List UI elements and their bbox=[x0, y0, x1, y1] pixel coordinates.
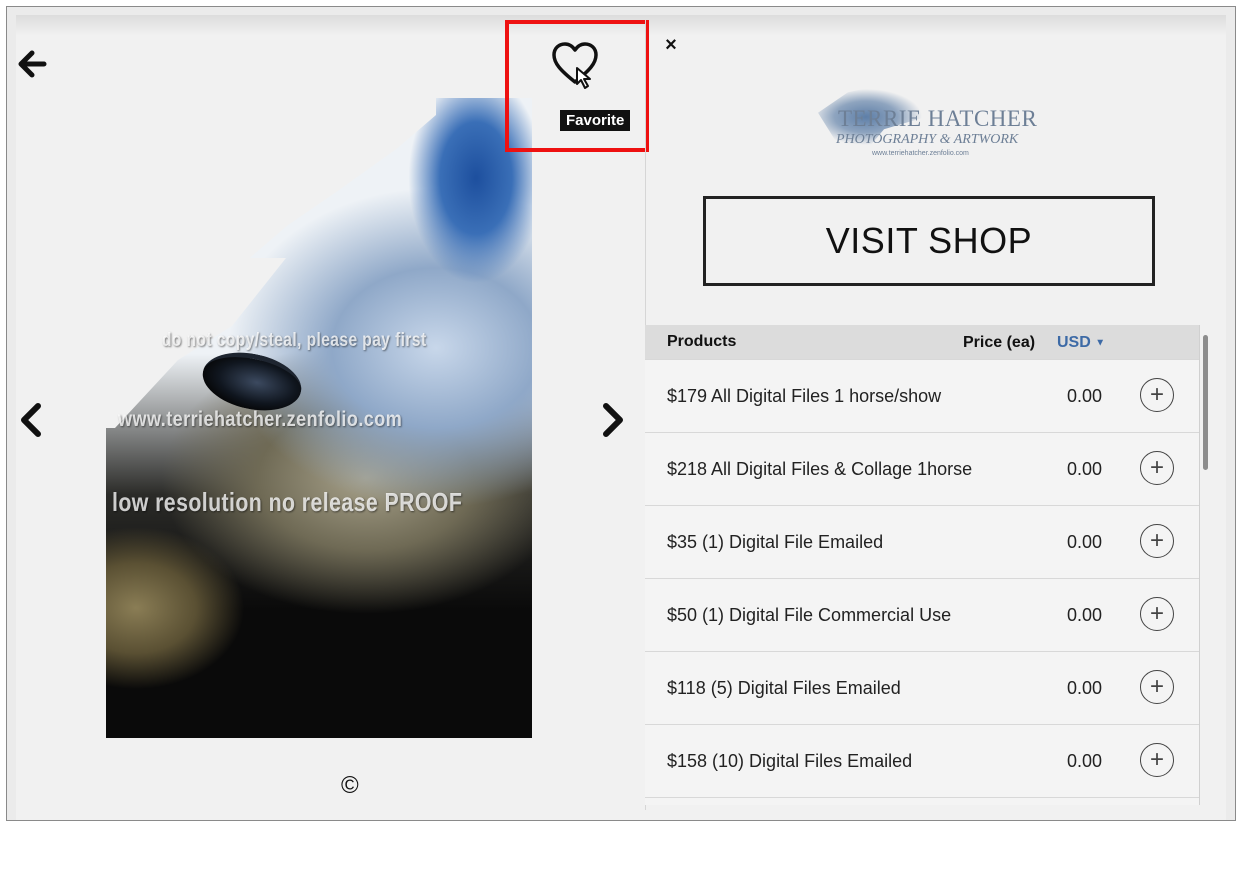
logo-title: TERRIE HATCHER bbox=[838, 106, 1038, 131]
add-to-cart-plus-icon[interactable]: + bbox=[1140, 597, 1174, 631]
products-scrollbar[interactable] bbox=[1203, 335, 1208, 470]
product-name: $50 (1) Digital File Commercial Use bbox=[667, 605, 952, 625]
next-photo-chevron-icon[interactable] bbox=[596, 398, 630, 442]
watermark-line: low resolution no release PROOF bbox=[112, 487, 463, 517]
product-row: $158 (10) Digital Files Emailed 0.00 + bbox=[645, 724, 1200, 797]
add-to-cart-plus-icon[interactable]: + bbox=[1140, 378, 1174, 412]
logo-subtitle: PHOTOGRAPHY & ARTWORK bbox=[836, 132, 1019, 147]
products-column-header: Products bbox=[667, 333, 737, 350]
product-row: $50 (1) Digital File Commercial Use 0.00… bbox=[645, 578, 1200, 651]
copyright-icon[interactable]: © bbox=[341, 772, 359, 800]
product-row: $35 (1) Digital File Emailed 0.00 + bbox=[645, 505, 1200, 578]
add-to-cart-plus-icon[interactable]: + bbox=[1140, 743, 1174, 777]
add-to-cart-plus-icon[interactable]: + bbox=[1140, 524, 1174, 558]
product-name: $218 All Digital Files & Collage 1horse bbox=[667, 459, 973, 479]
caret-down-icon: ▼ bbox=[1095, 337, 1106, 349]
products-table: Products Price (ea) USD ▼ $179 All Digit… bbox=[645, 325, 1200, 805]
product-name: $179 All Digital Files 1 horse/show bbox=[667, 386, 942, 406]
product-row: $179 All Digital Files 1 horse/show 0.00… bbox=[645, 359, 1200, 432]
product-price: 0.00 bbox=[1067, 751, 1103, 771]
price-column-header: Price (ea) bbox=[963, 334, 1036, 351]
product-price: 0.00 bbox=[1067, 459, 1103, 479]
product-price: 0.00 bbox=[1067, 386, 1103, 406]
currency-dropdown[interactable]: USD ▼ bbox=[1057, 334, 1105, 352]
add-to-cart-plus-icon[interactable]: + bbox=[1140, 670, 1174, 704]
favorite-heart-icon[interactable] bbox=[550, 40, 600, 96]
visit-shop-button[interactable]: VISIT SHOP bbox=[703, 196, 1155, 286]
watermark-line: do not copy/steal, please pay first bbox=[162, 330, 427, 351]
product-price: 0.00 bbox=[1067, 532, 1103, 552]
brand-logo[interactable]: TERRIE HATCHER PHOTOGRAPHY & ARTWORK www… bbox=[812, 80, 1062, 170]
product-row bbox=[645, 797, 1200, 870]
add-to-cart-plus-icon[interactable]: + bbox=[1140, 451, 1174, 485]
product-name: $118 (5) Digital Files Emailed bbox=[667, 678, 901, 698]
panel-right-edge bbox=[1199, 325, 1200, 805]
logo-url: www.terriehatcher.zenfolio.com bbox=[872, 150, 969, 157]
product-price: 0.00 bbox=[1067, 605, 1103, 625]
products-header: Products Price (ea) USD ▼ bbox=[645, 325, 1200, 359]
product-name: $158 (10) Digital Files Emailed bbox=[667, 751, 913, 771]
close-button[interactable]: × bbox=[661, 34, 681, 56]
back-arrow-icon[interactable] bbox=[14, 46, 50, 82]
product-row: $118 (5) Digital Files Emailed 0.00 + bbox=[645, 651, 1200, 724]
product-row: $218 All Digital Files & Collage 1horse … bbox=[645, 432, 1200, 505]
product-name: $35 (1) Digital File Emailed bbox=[667, 532, 884, 552]
favorite-tooltip: Favorite bbox=[560, 110, 631, 131]
previous-photo-chevron-icon[interactable] bbox=[14, 398, 48, 442]
watermark-line: www.terriehatcher.zenfolio.com bbox=[118, 408, 403, 431]
product-price: 0.00 bbox=[1067, 678, 1103, 698]
